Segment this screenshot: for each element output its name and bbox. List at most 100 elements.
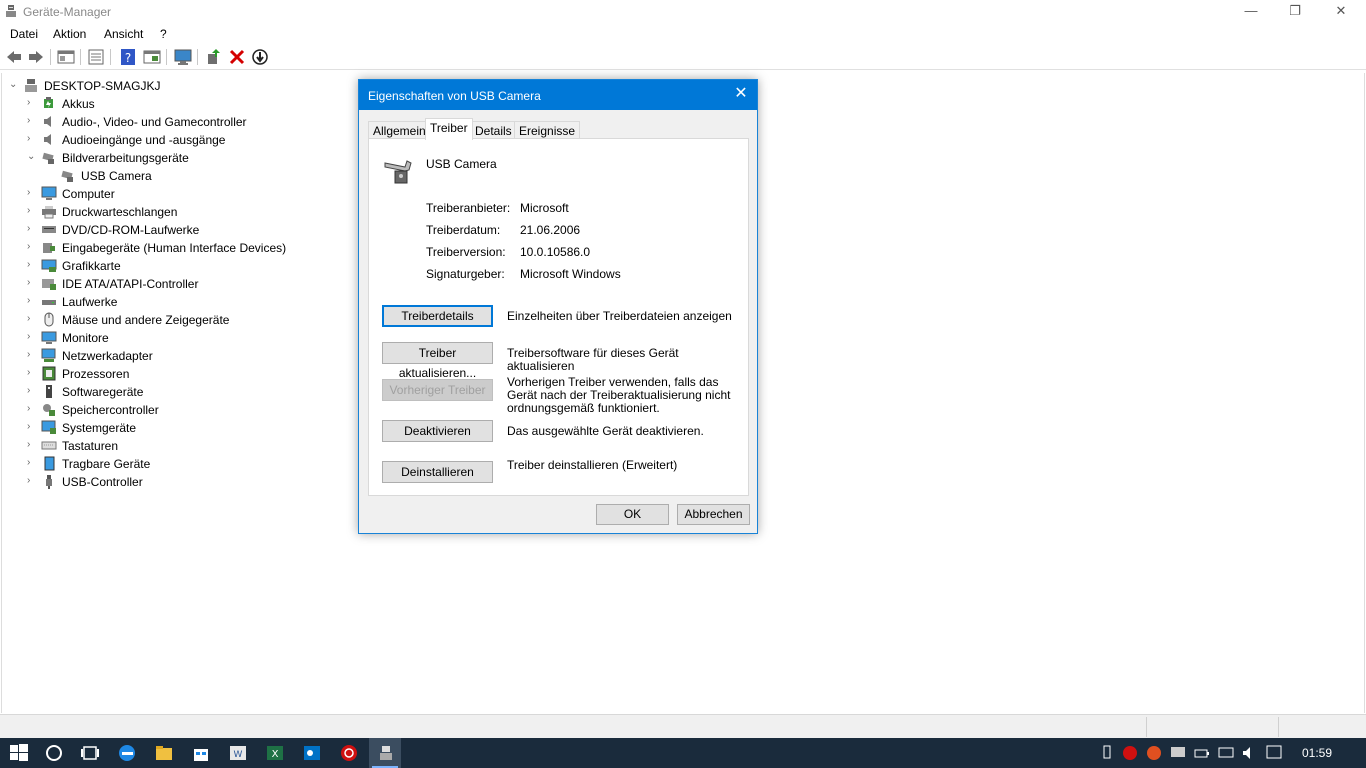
monitor-icon xyxy=(41,186,57,200)
chevron-right-icon[interactable]: › xyxy=(27,223,37,235)
excel-icon[interactable]: X xyxy=(265,743,285,763)
notifications-icon[interactable] xyxy=(1264,743,1284,763)
tab-allgemein[interactable]: Allgemein xyxy=(368,121,431,139)
toolbar-separator xyxy=(50,49,51,65)
taskbar-clock[interactable]: 01:59 xyxy=(1302,746,1332,760)
help-icon[interactable]: ? xyxy=(118,48,138,66)
rollback-driver-desc: Vorherigen Treiber verwenden, falls das … xyxy=(507,375,731,415)
disable-device-icon[interactable] xyxy=(250,48,270,66)
properties-dialog: Eigenschaften von USB Camera ✕ Allgemein… xyxy=(358,79,758,534)
volume-tray-icon[interactable] xyxy=(1240,743,1260,763)
uninstall-driver-button[interactable]: Deinstallieren xyxy=(382,461,493,483)
antivirus-tray-icon[interactable] xyxy=(1120,743,1140,763)
chevron-right-icon[interactable]: › xyxy=(27,205,37,217)
display-tray-icon[interactable] xyxy=(1168,743,1188,763)
store-icon[interactable] xyxy=(191,743,211,763)
power-tray-icon[interactable] xyxy=(1192,743,1212,763)
chevron-right-icon[interactable]: › xyxy=(27,241,37,253)
toolbar-separator xyxy=(110,49,111,65)
hard-drive-icon xyxy=(42,300,56,305)
update-driver-desc: Treibersoftware für dieses Gerät aktuali… xyxy=(507,346,679,373)
tab-ereignisse[interactable]: Ereignisse xyxy=(514,121,581,139)
driver-tab-panel: USB Camera Treiberanbieter: Microsoft Tr… xyxy=(368,138,749,496)
menu-ansicht[interactable]: Ansicht xyxy=(104,27,143,41)
chevron-right-icon[interactable]: › xyxy=(27,439,37,451)
chevron-right-icon[interactable]: › xyxy=(27,349,37,361)
driver-version-label: Treiberversion: xyxy=(426,245,506,259)
tab-details[interactable]: Details xyxy=(470,121,517,139)
task-view-icon[interactable] xyxy=(80,743,100,763)
update-driver-button[interactable]: Treiber aktualisieren... xyxy=(382,342,493,380)
chevron-right-icon[interactable]: › xyxy=(27,367,37,379)
chevron-right-icon[interactable]: › xyxy=(27,187,37,199)
scan-hardware-icon[interactable] xyxy=(173,48,193,66)
chevron-right-icon[interactable]: › xyxy=(27,97,37,109)
uninstall-icon[interactable] xyxy=(227,48,247,66)
back-icon[interactable] xyxy=(4,48,24,66)
processor-icon xyxy=(42,366,56,381)
device-manager-icon[interactable] xyxy=(376,743,396,763)
chevron-down-icon[interactable]: ⌄ xyxy=(9,79,19,91)
list-view-icon[interactable] xyxy=(86,48,106,66)
graphics-card-icon xyxy=(41,259,57,272)
driver-details-button[interactable]: Treiberdetails xyxy=(382,305,493,327)
chevron-right-icon[interactable]: › xyxy=(27,277,37,289)
chevron-right-icon[interactable]: › xyxy=(27,295,37,307)
cortana-search-icon[interactable] xyxy=(44,743,64,763)
restore-button[interactable]: ❐ xyxy=(1272,0,1318,24)
chevron-right-icon[interactable]: › xyxy=(27,403,37,415)
app-tray-icon[interactable] xyxy=(1144,743,1164,763)
menu-datei[interactable]: Datei xyxy=(10,27,38,41)
rollback-driver-button[interactable]: Vorheriger Treiber xyxy=(382,379,493,401)
disable-device-button[interactable]: Deaktivieren xyxy=(382,420,493,442)
chevron-right-icon[interactable]: › xyxy=(27,475,37,487)
signer-label: Signaturgeber: xyxy=(426,267,505,281)
close-window-button[interactable]: ✕ xyxy=(1318,0,1364,24)
storage-controller-icon xyxy=(43,404,55,416)
svg-text:?: ? xyxy=(125,51,131,65)
chevron-right-icon[interactable]: › xyxy=(27,385,37,397)
usb-icon xyxy=(46,475,52,489)
chevron-down-icon[interactable]: ⌄ xyxy=(27,151,37,163)
software-device-icon xyxy=(46,385,52,398)
dialog-title-bar: Eigenschaften von USB Camera ✕ xyxy=(359,80,757,110)
update-driver-icon[interactable] xyxy=(204,48,224,66)
ok-button[interactable]: OK xyxy=(596,504,669,525)
device-manager-icon xyxy=(6,5,16,17)
properties-view-icon[interactable] xyxy=(56,48,76,66)
cancel-button[interactable]: Abbrechen xyxy=(677,504,750,525)
word-icon[interactable]: W xyxy=(228,743,248,763)
chevron-right-icon[interactable]: › xyxy=(27,331,37,343)
signer-value: Microsoft Windows xyxy=(520,267,621,281)
driver-version-value: 10.0.10586.0 xyxy=(520,245,591,259)
battery-icon xyxy=(44,97,53,108)
dialog-close-icon[interactable]: ✕ xyxy=(733,86,749,102)
outlook-icon[interactable] xyxy=(302,743,322,763)
chevron-right-icon[interactable]: › xyxy=(27,133,37,145)
details-view-icon[interactable] xyxy=(142,48,162,66)
usb-tray-icon[interactable] xyxy=(1097,743,1117,763)
network-adapter-icon xyxy=(41,348,56,362)
system-device-icon xyxy=(41,420,56,434)
chevron-right-icon[interactable]: › xyxy=(27,421,37,433)
network-tray-icon[interactable] xyxy=(1216,743,1236,763)
chevron-right-icon[interactable]: › xyxy=(27,457,37,469)
chevron-right-icon[interactable]: › xyxy=(27,313,37,325)
chevron-right-icon[interactable]: › xyxy=(27,259,37,271)
windows-start-icon[interactable] xyxy=(9,743,29,763)
uninstall-driver-desc: Treiber deinstallieren (Erweitert) xyxy=(507,458,678,472)
tab-treiber[interactable]: Treiber xyxy=(425,118,473,140)
red-app-icon[interactable] xyxy=(339,743,359,763)
edge-browser-icon[interactable] xyxy=(117,743,137,763)
chevron-right-icon[interactable]: › xyxy=(27,115,37,127)
driver-provider-value: Microsoft xyxy=(520,201,569,215)
keyboard-icon xyxy=(41,441,57,450)
disable-device-desc: Das ausgewählte Gerät deaktivieren. xyxy=(507,424,704,438)
minimize-button[interactable]: — xyxy=(1228,0,1274,24)
window-title: Geräte-Manager xyxy=(23,5,112,19)
speaker-icon xyxy=(44,134,51,145)
file-explorer-icon[interactable] xyxy=(154,743,174,763)
forward-icon[interactable] xyxy=(26,48,46,66)
menu-aktion[interactable]: Aktion xyxy=(53,27,86,41)
menu-help[interactable]: ? xyxy=(160,27,167,41)
